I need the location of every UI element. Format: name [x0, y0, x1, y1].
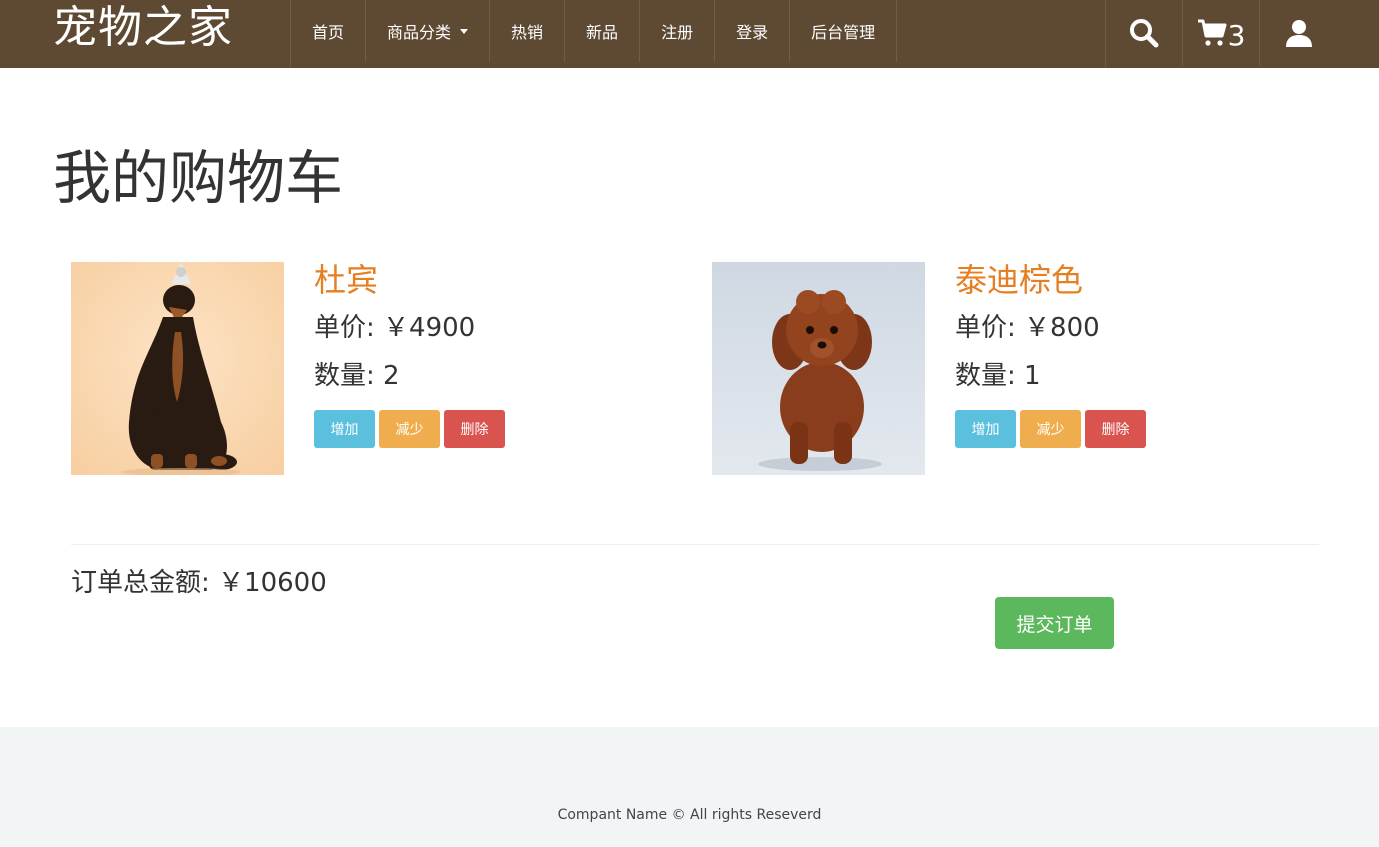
- submit-order-button[interactable]: 提交订单: [995, 597, 1114, 649]
- increase-button[interactable]: 增加: [314, 410, 375, 448]
- navbar: 宠物之家 首页 商品分类 热销 新品 注册 登录 后台管理 3: [0, 0, 1379, 68]
- decrease-button[interactable]: 减少: [379, 410, 440, 448]
- page-title: 我的购物车: [53, 144, 344, 212]
- caret-down-icon: [460, 28, 469, 34]
- item-actions: 增加 减少 删除: [955, 410, 1146, 448]
- product-price: 单价: ￥800: [955, 313, 1100, 343]
- nav-item-label: 后台管理: [811, 23, 876, 42]
- footer: Compant Name © All rights Reseverd: [0, 727, 1379, 847]
- nav-item-categories[interactable]: 商品分类: [366, 0, 491, 62]
- delete-button[interactable]: 删除: [444, 410, 505, 448]
- search-icon: [1130, 19, 1159, 48]
- nav-item-label: 注册: [661, 23, 694, 42]
- brand-logo[interactable]: 宠物之家: [53, 2, 233, 54]
- nav-item-register[interactable]: 注册: [640, 0, 716, 62]
- order-total: 订单总金额: ￥10600: [71, 568, 327, 598]
- nav-item-label: 新品: [586, 23, 619, 42]
- product-name[interactable]: 杜宾: [314, 262, 378, 298]
- product-name[interactable]: 泰迪棕色: [955, 262, 1083, 298]
- product-price: 单价: ￥4900: [314, 313, 476, 343]
- product-quantity: 数量: 2: [314, 361, 400, 391]
- decrease-button[interactable]: 减少: [1020, 410, 1081, 448]
- user-button[interactable]: [1260, 0, 1337, 66]
- divider: [71, 544, 1319, 545]
- cart-count-badge: 3: [1227, 18, 1246, 52]
- nav-item-hot[interactable]: 热销: [490, 0, 566, 62]
- cart-item: 泰迪棕色 单价: ￥800 数量: 1 增加 减少 删除: [712, 262, 1232, 476]
- nav-item-admin[interactable]: 后台管理: [790, 0, 898, 62]
- nav-item-label: 首页: [312, 23, 345, 42]
- search-button[interactable]: [1106, 0, 1183, 66]
- nav-item-new[interactable]: 新品: [565, 0, 641, 62]
- product-image-doberman[interactable]: [71, 262, 284, 475]
- nav-item-home[interactable]: 首页: [291, 0, 367, 62]
- item-actions: 增加 减少 删除: [314, 410, 505, 448]
- cart-button[interactable]: 3: [1183, 0, 1260, 66]
- cart-icon: [1197, 19, 1227, 46]
- increase-button[interactable]: 增加: [955, 410, 1016, 448]
- nav-item-label: 登录: [736, 23, 769, 42]
- delete-button[interactable]: 删除: [1085, 410, 1146, 448]
- product-quantity: 数量: 1: [955, 361, 1041, 391]
- nav-actions: 3: [1105, 0, 1337, 68]
- footer-copyright: Compant Name © All rights Reseverd: [557, 807, 822, 823]
- cart-item: 杜宾 单价: ￥4900 数量: 2 增加 减少 删除: [71, 262, 591, 476]
- nav-item-login[interactable]: 登录: [715, 0, 791, 62]
- nav-item-label: 商品分类: [387, 23, 452, 42]
- nav-item-label: 热销: [511, 23, 544, 42]
- product-image-teddy[interactable]: [712, 262, 925, 475]
- nav-menu: 首页 商品分类 热销 新品 注册 登录 后台管理: [290, 0, 898, 68]
- user-icon: [1285, 20, 1312, 47]
